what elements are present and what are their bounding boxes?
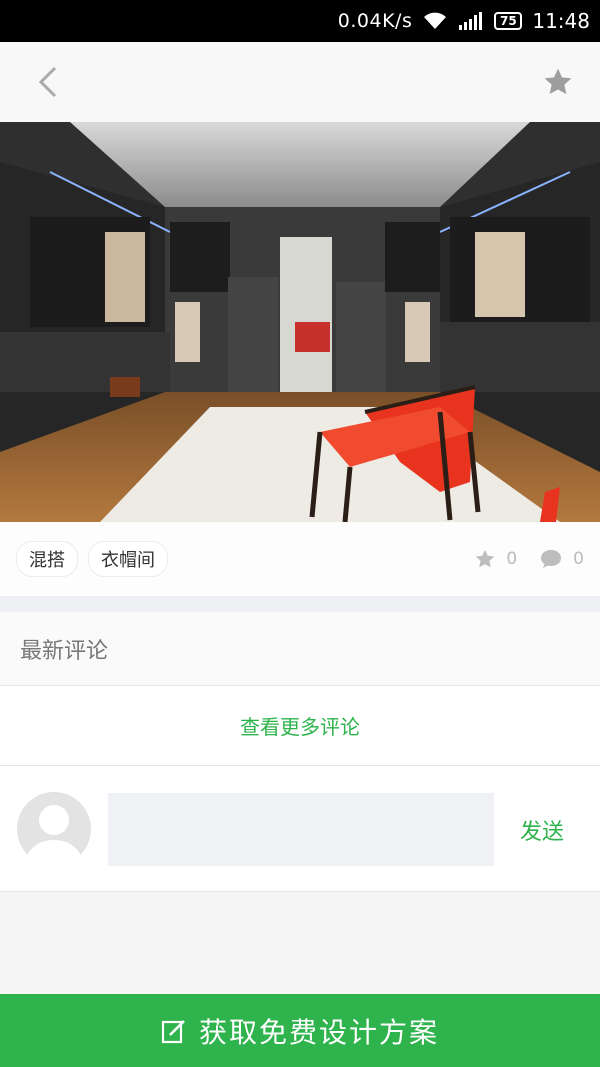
star-icon bbox=[476, 549, 495, 568]
star-icon bbox=[544, 68, 572, 95]
status-bar: 0.04K/s 75 11:48 bbox=[0, 0, 600, 42]
stats: 0 0 bbox=[462, 548, 584, 570]
wifi-icon bbox=[424, 12, 447, 29]
comments-title: 最新评论 bbox=[0, 612, 600, 686]
hero-image bbox=[0, 122, 600, 522]
cta-label: 获取免费设计方案 bbox=[198, 1015, 439, 1049]
battery-indicator: 75 bbox=[494, 12, 523, 30]
tag-row: 混搭 衣帽间 0 0 bbox=[0, 522, 600, 596]
chevron-left-icon bbox=[38, 66, 57, 98]
comment-count: 0 bbox=[573, 549, 584, 569]
like-count: 0 bbox=[506, 549, 518, 569]
user-placeholder-icon bbox=[26, 805, 82, 866]
empty-area bbox=[0, 892, 600, 994]
tag-chip[interactable]: 混搭 bbox=[16, 541, 78, 577]
network-speed: 0.04K/s bbox=[337, 10, 413, 32]
view-more-comments-link[interactable]: 查看更多评论 bbox=[0, 686, 600, 766]
top-bar bbox=[0, 42, 600, 122]
comment-compose: 发送 bbox=[0, 766, 600, 892]
section-divider bbox=[0, 596, 600, 612]
like-stat[interactable]: 0 bbox=[474, 548, 517, 570]
clock: 11:48 bbox=[532, 9, 590, 33]
avatar bbox=[17, 792, 91, 866]
comment-input[interactable] bbox=[108, 793, 494, 866]
comment-icon bbox=[541, 550, 562, 568]
comment-stat[interactable]: 0 bbox=[539, 548, 584, 570]
signal-icon bbox=[459, 12, 483, 30]
edit-icon bbox=[161, 1019, 185, 1043]
get-free-design-button[interactable]: 获取免费设计方案 bbox=[0, 994, 600, 1067]
favorite-button[interactable] bbox=[538, 62, 578, 102]
tag-chip[interactable]: 衣帽间 bbox=[88, 541, 168, 577]
back-button[interactable] bbox=[28, 62, 68, 102]
send-button[interactable]: 发送 bbox=[520, 814, 564, 846]
